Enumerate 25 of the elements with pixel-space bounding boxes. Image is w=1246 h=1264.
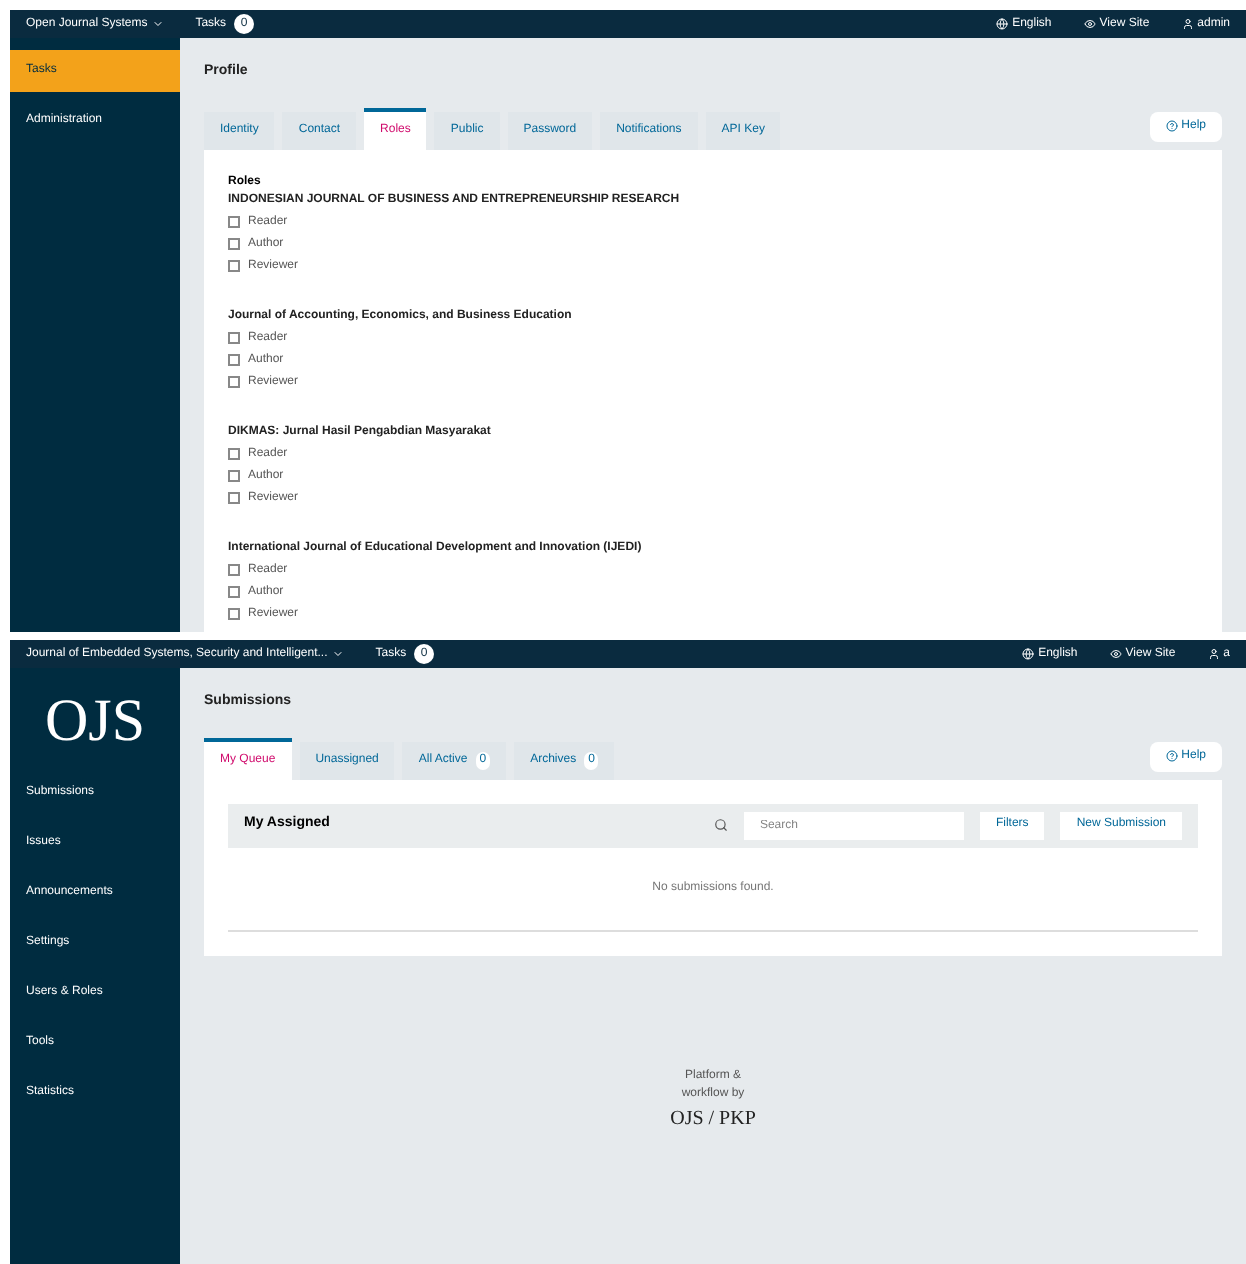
eye-icon: [1109, 648, 1122, 660]
checkbox[interactable]: [228, 608, 240, 620]
checkbox[interactable]: [228, 492, 240, 504]
globe-icon: [996, 18, 1009, 30]
globe-icon: [1022, 648, 1035, 660]
eye-icon: [1083, 18, 1096, 30]
checkbox[interactable]: [228, 216, 240, 228]
checkbox[interactable]: [228, 238, 240, 250]
checkbox[interactable]: [228, 354, 240, 366]
checkbox[interactable]: [228, 260, 240, 272]
checkbox[interactable]: [228, 470, 240, 482]
user-icon: [1181, 18, 1194, 30]
checkbox[interactable]: [228, 376, 240, 388]
caret-icon: [151, 18, 164, 30]
search-icon: [713, 818, 728, 832]
checkbox[interactable]: [228, 332, 240, 344]
help-icon: [1165, 120, 1178, 132]
pkp-logo: OJS / PKP: [670, 1105, 756, 1133]
checkbox[interactable]: [228, 586, 240, 598]
ojs-logo: OJS: [42, 686, 148, 758]
checkbox[interactable]: [228, 448, 240, 460]
caret-icon: [331, 648, 344, 660]
checkbox[interactable]: [228, 564, 240, 576]
help-icon: [1165, 750, 1178, 762]
user-icon: [1207, 648, 1220, 660]
